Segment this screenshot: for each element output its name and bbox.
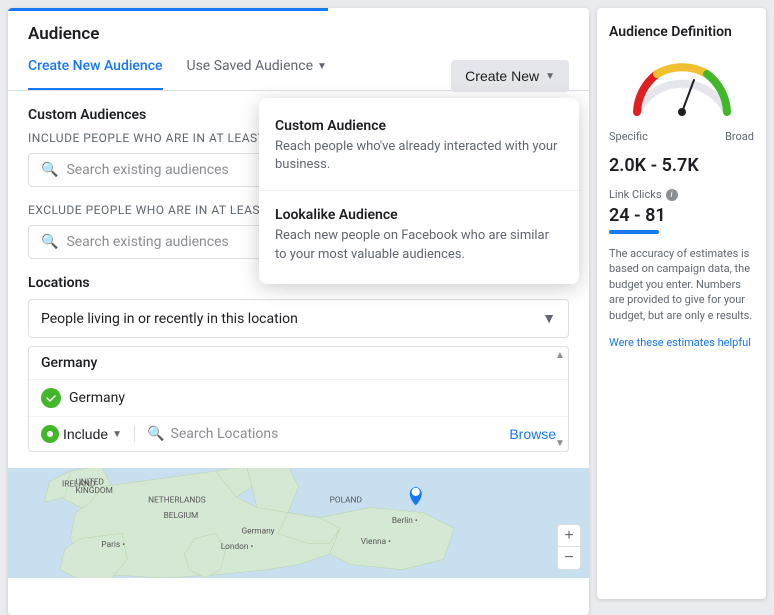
include-search-icon: 🔍: [41, 162, 58, 178]
svg-text:Germany: Germany: [241, 526, 274, 536]
exclude-search-icon: 🔍: [41, 234, 58, 250]
main-container: Audience Create New Audience Use Saved A…: [0, 0, 774, 607]
location-select-arrow-icon: ▼: [542, 310, 556, 327]
create-new-arrow-icon: ▼: [545, 71, 555, 82]
map-zoom-controls: + −: [557, 524, 581, 570]
gauge-broad-label: Broad: [725, 130, 754, 143]
include-pin-icon: [41, 425, 59, 443]
location-type-select[interactable]: People living in or recently in this loc…: [28, 299, 569, 338]
locations-section: Locations People living in or recently i…: [28, 275, 569, 452]
svg-text:POLAND: POLAND: [330, 495, 362, 505]
map-container: IRELAND UNITED KINGDOM NETHERLANDS BELGI…: [8, 468, 589, 578]
create-new-button[interactable]: Create New ▼: [451, 60, 569, 92]
scroll-down-icon[interactable]: ▼: [554, 437, 566, 449]
audience-size-value: 2.0K - 5.7K: [609, 155, 754, 176]
svg-text:Berlin •: Berlin •: [392, 516, 418, 526]
tab-saved-audience[interactable]: Use Saved Audience ▼: [187, 44, 327, 90]
divider: [134, 426, 135, 442]
helpful-link[interactable]: Were these estimates helpful: [609, 336, 751, 349]
lookalike-audience-desc: Reach new people on Facebook who are sim…: [275, 227, 563, 263]
map-background: IRELAND UNITED KINGDOM NETHERLANDS BELGI…: [8, 468, 589, 578]
location-header: Germany: [29, 347, 568, 380]
location-pin-icon: [41, 388, 61, 408]
link-clicks-value: 24 - 81: [609, 205, 754, 226]
location-item: Germany: [29, 380, 568, 416]
custom-audience-desc: Reach people who've already interacted w…: [275, 138, 563, 174]
zoom-out-button[interactable]: −: [558, 547, 580, 569]
audience-definition-title: Audience Definition: [609, 24, 754, 40]
metric-bar: [609, 230, 659, 234]
lookalike-audience-option[interactable]: Lookalike Audience Reach new people on F…: [259, 195, 579, 275]
gauge-container: [609, 52, 754, 122]
tab-saved-arrow: ▼: [317, 61, 327, 72]
tab-create-new[interactable]: Create New Audience: [28, 44, 163, 90]
info-icon: i: [666, 189, 678, 201]
location-bottom-bar: Include ▼ 🔍 Search Locations Browse: [29, 416, 568, 451]
left-panel: Audience Create New Audience Use Saved A…: [8, 8, 589, 615]
gauge-labels: Specific Broad: [609, 130, 754, 143]
search-locations-icon: 🔍: [147, 426, 164, 442]
svg-text:London •: London •: [221, 542, 254, 552]
zoom-in-button[interactable]: +: [558, 525, 580, 547]
dropdown-divider: [259, 190, 579, 191]
exclude-search-text: Search existing audiences: [66, 234, 228, 250]
gauge-specific-label: Specific: [609, 130, 648, 143]
location-box: ▲ ▼ Germany Germany: [28, 346, 569, 452]
svg-text:Vienna •: Vienna •: [361, 537, 391, 547]
gauge-svg: [622, 52, 742, 122]
svg-text:KINGDOM: KINGDOM: [75, 486, 112, 496]
custom-audience-option[interactable]: Custom Audience Reach people who've alre…: [259, 106, 579, 186]
panel-title: Audience: [8, 8, 589, 44]
include-search-text: Search existing audiences: [66, 162, 228, 178]
search-locations[interactable]: 🔍 Search Locations: [147, 426, 501, 442]
accuracy-text: The accuracy of estimates is based on ca…: [609, 246, 754, 323]
link-clicks-label: Link Clicks i: [609, 188, 754, 201]
svg-text:NETHERLANDS: NETHERLANDS: [148, 495, 206, 505]
create-new-dropdown: Custom Audience Reach people who've alre…: [259, 98, 579, 284]
map-svg: IRELAND UNITED KINGDOM NETHERLANDS BELGI…: [8, 468, 589, 578]
tab-saved-dropdown: Use Saved Audience ▼: [187, 58, 327, 74]
svg-text:BELGIUM: BELGIUM: [164, 511, 199, 521]
progress-bar-container: [8, 8, 589, 11]
include-button[interactable]: Include ▼: [41, 425, 122, 443]
right-panel: Audience Definition Specific Broad 2.0K …: [597, 8, 766, 599]
lookalike-audience-title: Lookalike Audience: [275, 207, 563, 223]
scroll-up-icon[interactable]: ▲: [554, 349, 566, 361]
custom-audience-title: Custom Audience: [275, 118, 563, 134]
svg-text:Paris •: Paris •: [101, 540, 125, 550]
location-item-name: Germany: [69, 390, 125, 406]
browse-button[interactable]: Browse: [509, 426, 556, 442]
include-dropdown-arrow-icon: ▼: [112, 429, 122, 440]
progress-bar: [8, 8, 328, 11]
